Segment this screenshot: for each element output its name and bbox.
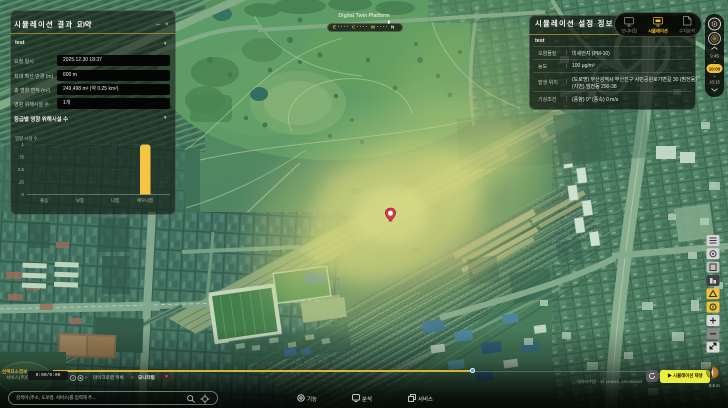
svg-text:.75: .75 (18, 155, 25, 160)
svg-text:영향 시설 수: 영향 시설 수 (15, 135, 38, 142)
svg-text:나쁨: 나쁨 (111, 197, 119, 204)
svg-text:9:45: 9:45 (710, 54, 719, 59)
svg-text:보통: 보통 (76, 198, 84, 203)
svg-text:C: C (352, 25, 356, 30)
svg-text:모니터링: 모니터링 (621, 28, 637, 35)
svg-text:M: M (371, 25, 375, 30)
svg-text:.25: .25 (18, 180, 25, 185)
svg-text:0: 0 (22, 192, 25, 197)
svg-text:0.5: 0.5 (18, 167, 25, 172)
svg-text:매우나쁨: 매우나쁨 (137, 197, 153, 204)
svg-text:1: 1 (22, 142, 25, 147)
svg-text:10:15: 10:15 (709, 80, 721, 85)
svg-text:N: N (391, 25, 395, 30)
svg-text:좋음: 좋음 (40, 198, 48, 203)
svg-text:수치분석: 수치분석 (679, 28, 695, 35)
svg-text:E: E (333, 25, 336, 30)
svg-text:10:00: 10:00 (709, 67, 721, 72)
svg-text:시뮬레이션: 시뮬레이션 (648, 28, 668, 35)
